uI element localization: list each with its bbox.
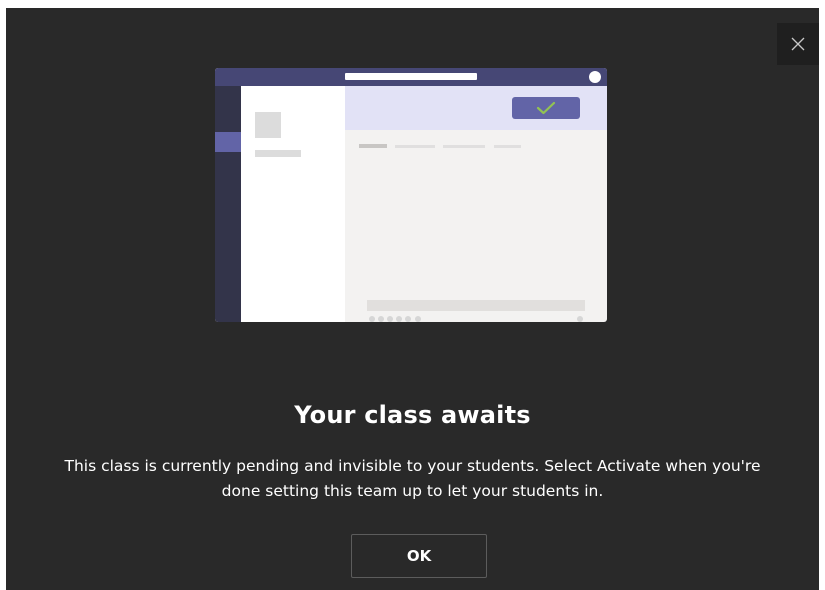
illustration-format-dot (387, 316, 393, 322)
illustration-titlebar (215, 68, 607, 86)
illustration-send-dot (577, 316, 583, 322)
illustration-activate-button (512, 97, 580, 119)
illustration-avatar (589, 71, 601, 83)
illustration-compose-box (367, 300, 585, 311)
illustration-format-dot (405, 316, 411, 322)
illustration-left-pane (241, 86, 345, 322)
illustration-searchbar (345, 73, 477, 80)
illustration-format-dot (396, 316, 402, 322)
illustration-team-tile (255, 112, 281, 138)
illustration-tab (443, 145, 485, 148)
illustration-format-dot (369, 316, 375, 322)
illustration-app-rail (215, 86, 241, 322)
checkmark-icon (536, 101, 556, 115)
illustration-format-dot (378, 316, 384, 322)
illustration-tab (359, 144, 387, 148)
illustration-tab (395, 145, 435, 148)
illustration-channel-header (345, 86, 607, 130)
illustration-format-dot (415, 316, 421, 322)
dialog-title: Your class awaits (294, 401, 531, 429)
illustration-team-name (255, 150, 301, 157)
teams-illustration (215, 68, 607, 322)
close-icon (791, 37, 805, 51)
illustration-rail-active-item (215, 132, 241, 152)
close-button[interactable] (777, 23, 819, 65)
illustration-tab (494, 145, 521, 148)
activate-class-dialog: Your class awaits This class is currentl… (6, 8, 819, 590)
ok-button[interactable]: OK (351, 534, 487, 578)
dialog-message: This class is currently pending and invi… (64, 457, 761, 500)
